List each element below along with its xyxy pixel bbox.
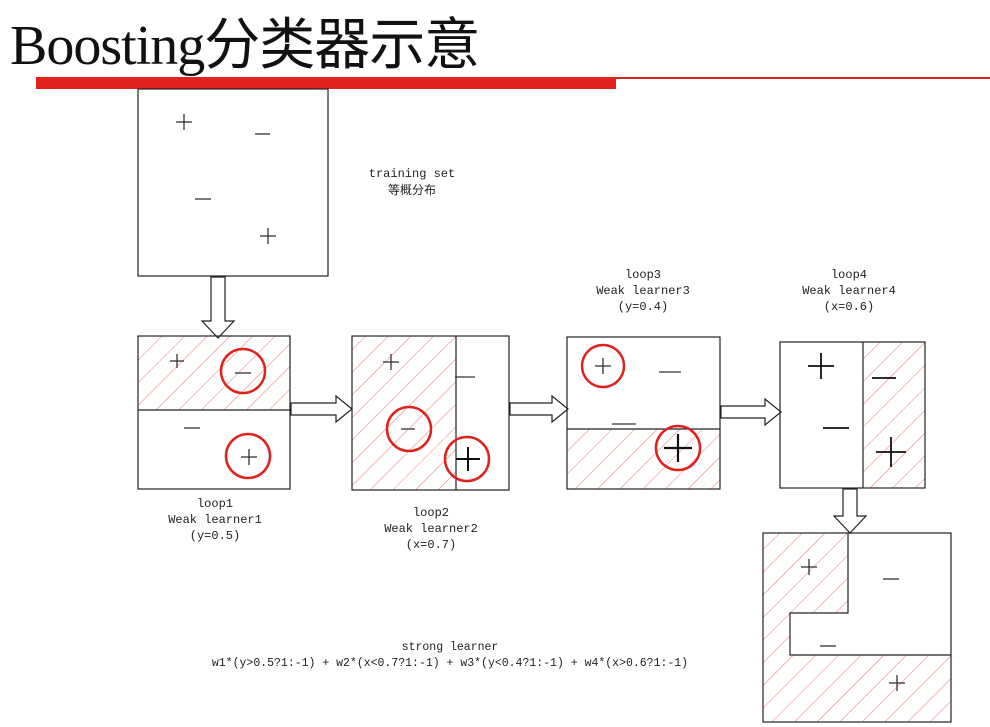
- arrow-right-3: [720, 397, 782, 427]
- arrow-right-2: [509, 394, 569, 424]
- strong-learner-formula: w1*(y>0.5?1:-1) + w2*(x<0.7?1:-1) + w3*(…: [211, 657, 689, 670]
- loop2-box: [351, 335, 510, 491]
- boosting-diagram: [137, 88, 952, 723]
- loop1-learner: Weak learner1: [168, 513, 262, 527]
- arrow-down-2: [832, 488, 868, 534]
- training-set-label: training set 等概分布: [352, 166, 472, 198]
- loop4-label: loop4 Weak learner4 (x=0.6): [784, 267, 914, 315]
- loop4-box: [779, 341, 926, 489]
- training-set-dist: 等概分布: [387, 183, 436, 197]
- loop4-learner: Weak learner4: [802, 284, 896, 298]
- strong-learner-box: [762, 532, 952, 723]
- loop1-name: loop1: [196, 497, 233, 511]
- loop3-box: [566, 336, 721, 490]
- training-set-box: [137, 88, 329, 277]
- loop4-rule: (x=0.6): [823, 300, 875, 314]
- loop3-name: loop3: [624, 268, 661, 282]
- loop2-learner: Weak learner2: [384, 522, 478, 536]
- strong-learner-title: strong learner: [401, 641, 499, 654]
- loop2-label: loop2 Weak learner2 (x=0.7): [366, 505, 496, 553]
- arrow-right-1: [290, 394, 353, 424]
- loop2-rule: (x=0.7): [405, 538, 457, 552]
- loop1-box: [137, 335, 291, 490]
- loop1-label: loop1 Weak learner1 (y=0.5): [150, 496, 280, 544]
- loop3-label: loop3 Weak learner3 (y=0.4): [578, 267, 708, 315]
- loop2-name: loop2: [412, 506, 449, 520]
- loop3-rule: (y=0.4): [617, 300, 669, 314]
- loop4-name: loop4: [830, 268, 867, 282]
- loop3-learner: Weak learner3: [596, 284, 690, 298]
- strong-learner-label: strong learner w1*(y>0.5?1:-1) + w2*(x<0…: [150, 640, 750, 672]
- loop1-rule: (y=0.5): [189, 529, 241, 543]
- arrow-down-1: [200, 276, 236, 339]
- training-set-title: training set: [368, 167, 456, 181]
